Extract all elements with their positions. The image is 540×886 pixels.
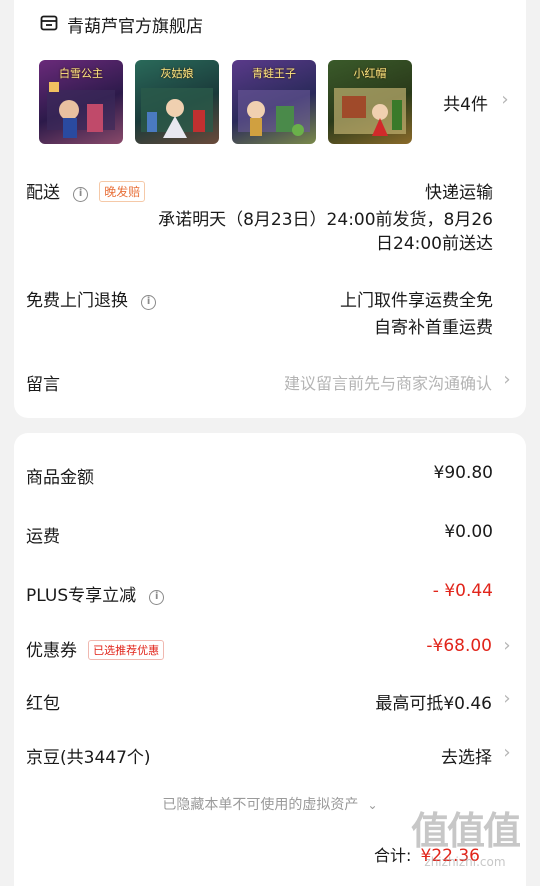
chevron-right-icon: › bbox=[501, 89, 509, 110]
delivery-label: 配送 bbox=[26, 183, 60, 203]
product-thumbnail[interactable]: 白雪公主 bbox=[39, 60, 123, 144]
shipping-row: 运费 ¥0.00 bbox=[26, 522, 514, 547]
product-thumbnail[interactable]: 青蛙王子 bbox=[232, 60, 316, 144]
product-illustration bbox=[141, 88, 213, 138]
return-self-send-text: 自寄补首重运费 bbox=[374, 318, 493, 338]
free-return-row[interactable]: 免费上门退换 i 上门取件享运费全免 自寄补首重运费 bbox=[26, 286, 514, 338]
goods-amount-row: 商品金额 ¥90.80 bbox=[26, 463, 514, 488]
red-packet-label: 红包 bbox=[26, 694, 60, 714]
chevron-right-icon: › bbox=[503, 369, 511, 390]
jingdou-row[interactable]: 京豆(共3447个) 去选择 › bbox=[26, 742, 514, 769]
plus-discount-value: - ¥0.44 bbox=[432, 581, 493, 601]
product-illustration bbox=[238, 90, 310, 136]
note-input[interactable]: 建议留言前先与商家沟通确认 bbox=[284, 370, 492, 394]
shipping-value: ¥0.00 bbox=[444, 522, 493, 542]
plus-discount-label: PLUS专享立减 bbox=[26, 586, 137, 606]
return-pickup-text: 上门取件享运费全免 bbox=[340, 291, 493, 311]
plus-discount-row: PLUS专享立减 i - ¥0.44 bbox=[26, 581, 514, 606]
recommended-coupon-badge: 已选推荐优惠 bbox=[88, 640, 165, 660]
chevron-right-icon: › bbox=[503, 635, 511, 656]
store-name: 青葫芦官方旗舰店 bbox=[67, 17, 203, 37]
info-icon[interactable]: i bbox=[141, 295, 157, 310]
hidden-assets-text: 已隐藏本单不可使用的虚拟资产 bbox=[162, 797, 359, 813]
goods-amount-label: 商品金额 bbox=[26, 468, 94, 488]
red-packet-value: 最高可抵¥0.46 bbox=[375, 694, 492, 714]
chevron-down-icon: ⌄ bbox=[367, 798, 378, 812]
red-packet-row[interactable]: 红包 最高可抵¥0.46 › bbox=[26, 688, 514, 715]
coupon-value: -¥68.00 bbox=[426, 636, 492, 656]
watermark-logo: 值值值 bbox=[410, 809, 521, 853]
info-icon[interactable]: i bbox=[149, 590, 165, 605]
chevron-right-icon: › bbox=[503, 742, 511, 763]
product-count: 共4件 bbox=[443, 95, 488, 115]
delivery-method: 快递运输 bbox=[425, 183, 493, 203]
late-compensation-badge: 晚发赔 bbox=[99, 181, 146, 202]
chevron-right-icon: › bbox=[503, 688, 511, 709]
delivery-row[interactable]: 配送 i 晚发赔 快递运输 承诺明天（8月23日）24:00前发货，8月26 日… bbox=[26, 178, 514, 254]
goods-amount-value: ¥90.80 bbox=[433, 463, 493, 483]
store-icon bbox=[40, 15, 58, 31]
product-thumbnail[interactable]: 小红帽 bbox=[328, 60, 412, 144]
info-icon[interactable]: i bbox=[73, 187, 89, 202]
free-return-label: 免费上门退换 bbox=[26, 291, 128, 311]
delivery-promise-line1: 承诺明天（8月23日）24:00前发货，8月26 bbox=[158, 210, 493, 230]
coupon-row[interactable]: 优惠券 已选推荐优惠 -¥68.00 › bbox=[26, 635, 514, 662]
note-label: 留言 bbox=[26, 375, 60, 395]
product-illustration bbox=[47, 82, 115, 138]
coupon-label: 优惠券 bbox=[26, 641, 77, 661]
watermark: 值值值 zhizhizhi.com bbox=[400, 800, 530, 869]
product-thumbnail[interactable]: 灰姑娘 bbox=[135, 60, 219, 144]
note-row[interactable]: 留言 建议留言前先与商家沟通确认 › bbox=[26, 369, 514, 396]
product-illustration bbox=[334, 88, 406, 136]
jingdou-label: 京豆(共3447个) bbox=[26, 748, 151, 768]
delivery-promise-line2: 日24:00前送达 bbox=[376, 234, 493, 254]
shipping-label: 运费 bbox=[26, 527, 60, 547]
jingdou-value: 去选择 bbox=[441, 748, 492, 768]
watermark-url: zhizhizhi.com bbox=[424, 855, 506, 869]
